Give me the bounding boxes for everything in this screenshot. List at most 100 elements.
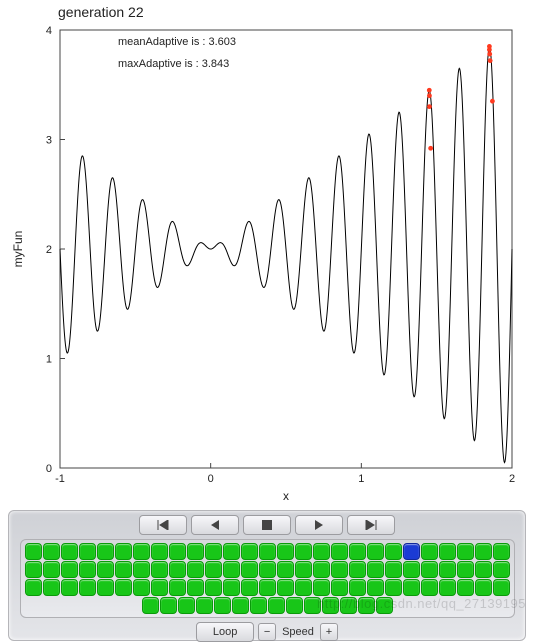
loop-button[interactable]: Loop (196, 622, 254, 642)
frame-cell[interactable] (151, 543, 168, 560)
frame-cell[interactable] (349, 561, 366, 578)
frame-cell[interactable] (457, 561, 474, 578)
frame-cell[interactable] (313, 579, 330, 596)
frame-cell[interactable] (241, 579, 258, 596)
frame-cell[interactable] (403, 579, 420, 596)
frame-cell[interactable] (115, 561, 132, 578)
frame-cell[interactable] (421, 543, 438, 560)
frame-cell[interactable] (439, 561, 456, 578)
frame-cell[interactable] (475, 543, 492, 560)
frame-cell[interactable] (439, 579, 456, 596)
frame-cell[interactable] (151, 579, 168, 596)
frame-cell[interactable] (160, 597, 177, 614)
frame-cell[interactable] (250, 597, 267, 614)
frame-cell[interactable] (475, 579, 492, 596)
frame-cell[interactable] (25, 579, 42, 596)
frame-cell[interactable] (331, 579, 348, 596)
frame-cell[interactable] (187, 543, 204, 560)
frame-cell[interactable] (133, 561, 150, 578)
frame-cell[interactable] (205, 543, 222, 560)
frame-cell[interactable] (313, 543, 330, 560)
frame-cell[interactable] (25, 561, 42, 578)
frame-cell[interactable] (259, 579, 276, 596)
frame-cell[interactable] (403, 543, 420, 560)
frame-cell[interactable] (43, 543, 60, 560)
frame-cell[interactable] (439, 543, 456, 560)
frame-cell[interactable] (493, 561, 510, 578)
frame-cell[interactable] (133, 579, 150, 596)
frame-cell[interactable] (493, 579, 510, 596)
frame-cell[interactable] (349, 579, 366, 596)
frame-cell[interactable] (223, 561, 240, 578)
frame-cell[interactable] (277, 543, 294, 560)
frame-cell[interactable] (115, 579, 132, 596)
frame-cell[interactable] (79, 561, 96, 578)
frame-cell[interactable] (79, 579, 96, 596)
frame-cell[interactable] (97, 579, 114, 596)
frame-cell[interactable] (295, 561, 312, 578)
frame-cell[interactable] (187, 579, 204, 596)
frame-cell[interactable] (169, 579, 186, 596)
frame-cell[interactable] (331, 543, 348, 560)
frame-cell[interactable] (295, 579, 312, 596)
speed-minus-button[interactable]: − (258, 623, 276, 641)
frame-cell[interactable] (286, 597, 303, 614)
next-button[interactable] (295, 515, 343, 535)
frame-cell[interactable] (385, 561, 402, 578)
frame-cell[interactable] (214, 597, 231, 614)
last-button[interactable] (347, 515, 395, 535)
frame-cell[interactable] (259, 561, 276, 578)
frame-cell[interactable] (25, 543, 42, 560)
stop-button[interactable] (243, 515, 291, 535)
frame-cell[interactable] (385, 579, 402, 596)
first-button[interactable] (139, 515, 187, 535)
frame-cell[interactable] (349, 543, 366, 560)
frame-cell[interactable] (457, 579, 474, 596)
speed-plus-button[interactable]: + (320, 623, 338, 641)
frame-cell[interactable] (115, 543, 132, 560)
frame-cell[interactable] (79, 543, 96, 560)
frame-cell[interactable] (97, 543, 114, 560)
frame-cell[interactable] (241, 561, 258, 578)
frame-cell[interactable] (295, 543, 312, 560)
frame-cell[interactable] (97, 561, 114, 578)
frame-cell[interactable] (187, 561, 204, 578)
frame-cell[interactable] (142, 597, 159, 614)
frame-cell[interactable] (178, 597, 195, 614)
frame-cell[interactable] (367, 561, 384, 578)
frame-cell[interactable] (205, 579, 222, 596)
frame-cell[interactable] (421, 579, 438, 596)
frame-cell[interactable] (268, 597, 285, 614)
frame-cell[interactable] (457, 543, 474, 560)
frame-cell[interactable] (403, 561, 420, 578)
frame-cell[interactable] (43, 561, 60, 578)
svg-text:myFun: myFun (11, 231, 25, 268)
frame-cell[interactable] (61, 579, 78, 596)
frame-cell[interactable] (169, 543, 186, 560)
prev-button[interactable] (191, 515, 239, 535)
frame-cell[interactable] (385, 543, 402, 560)
frame-cell[interactable] (223, 579, 240, 596)
frame-cell[interactable] (277, 579, 294, 596)
frame-cell[interactable] (367, 543, 384, 560)
frame-cell[interactable] (196, 597, 213, 614)
frame-cell[interactable] (241, 543, 258, 560)
frame-cell[interactable] (151, 561, 168, 578)
frame-cell[interactable] (475, 561, 492, 578)
nav-button-row (139, 515, 395, 535)
frame-cell[interactable] (205, 561, 222, 578)
frame-cell[interactable] (43, 579, 60, 596)
frame-cell[interactable] (232, 597, 249, 614)
frame-cell[interactable] (133, 543, 150, 560)
frame-cell[interactable] (313, 561, 330, 578)
frame-cell[interactable] (61, 543, 78, 560)
frame-cell[interactable] (421, 561, 438, 578)
frame-cell[interactable] (223, 543, 240, 560)
frame-cell[interactable] (331, 561, 348, 578)
frame-cell[interactable] (259, 543, 276, 560)
frame-cell[interactable] (277, 561, 294, 578)
frame-cell[interactable] (61, 561, 78, 578)
frame-cell[interactable] (367, 579, 384, 596)
frame-cell[interactable] (493, 543, 510, 560)
frame-cell[interactable] (169, 561, 186, 578)
